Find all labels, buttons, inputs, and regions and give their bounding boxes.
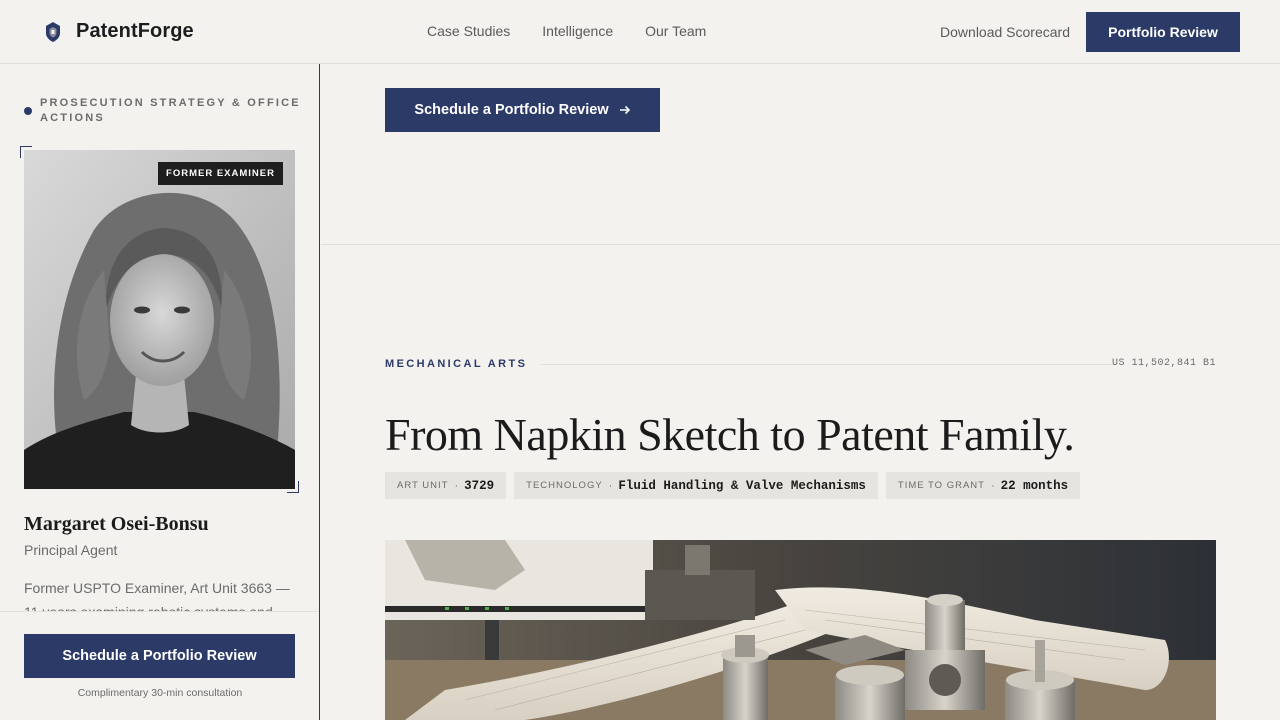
download-scorecard-link[interactable]: Download Scorecard <box>940 24 1070 40</box>
nav-item-intelligence[interactable]: Intelligence <box>542 23 613 39</box>
frame-corner-bottom-right <box>287 481 299 493</box>
former-examiner-badge: FORMER EXAMINER <box>158 162 283 185</box>
sidebar-eyebrow: PROSECUTION STRATEGY & OFFICE ACTIONS <box>24 96 304 126</box>
section-divider <box>321 244 1280 245</box>
agent-bio: Former USPTO Examiner, Art Unit 3663 — 1… <box>24 580 290 614</box>
agent-name: Margaret Osei-Bonsu <box>24 513 209 535</box>
hero-cta-label: Schedule a Portfolio Review <box>414 102 609 118</box>
eyebrow-text: PROSECUTION STRATEGY & OFFICE ACTIONS <box>40 97 301 124</box>
patent-number: US 11,502,841 B1 <box>1111 358 1216 369</box>
chip-separator: · <box>608 479 613 492</box>
agent-portrait-frame: FORMER EXAMINER <box>20 146 299 493</box>
chip-separator: · <box>454 479 459 492</box>
sidebar-schedule-review-button[interactable]: Schedule a Portfolio Review <box>24 634 295 678</box>
agent-role: Principal Agent <box>24 542 118 558</box>
chip-time-to-grant: TIME TO GRANT · 22 months <box>885 472 1081 499</box>
chip-value: 3729 <box>464 478 495 493</box>
case-study-hero-image <box>385 540 1216 720</box>
brand-name: PatentForge <box>76 20 194 42</box>
bullet-dot-icon <box>24 107 32 115</box>
chip-key: ART UNIT <box>397 480 449 491</box>
agent-portrait <box>24 150 295 489</box>
hero-schedule-review-button[interactable]: Schedule a Portfolio Review <box>385 88 660 132</box>
main-content: Schedule a Portfolio Review MECHANICAL A… <box>321 64 1280 720</box>
agent-sidebar: PROSECUTION STRATEGY & OFFICE ACTIONS FO… <box>0 64 320 720</box>
section-eyebrow: MECHANICAL ARTS <box>385 358 528 370</box>
case-metadata-chips: ART UNIT · 3729 TECHNOLOGY · Fluid Handl… <box>385 472 1081 499</box>
chip-key: TECHNOLOGY <box>526 480 603 491</box>
chip-value: Fluid Handling & Valve Mechanisms <box>618 478 866 493</box>
chip-technology: TECHNOLOGY · Fluid Handling & Valve Mech… <box>514 472 878 499</box>
top-navigation-bar: PatentForge Case Studies Intelligence Ou… <box>0 0 1280 64</box>
frame-corner-top-left <box>20 146 32 158</box>
case-study-headline: From Napkin Sketch to Patent Family. <box>385 409 1075 460</box>
section-rule <box>541 364 1116 365</box>
portfolio-review-button[interactable]: Portfolio Review <box>1086 12 1240 52</box>
nav-item-our-team[interactable]: Our Team <box>645 23 706 39</box>
chip-separator: · <box>990 479 995 492</box>
consultation-note: Complimentary 30-min consultation <box>77 687 243 699</box>
chip-value: 22 months <box>1000 478 1069 493</box>
chip-key: TIME TO GRANT <box>897 480 985 491</box>
brand-logo[interactable]: PatentForge <box>44 20 194 43</box>
shield-logo-icon <box>46 21 60 42</box>
arrow-right-icon <box>619 105 630 115</box>
nav-item-case-studies[interactable]: Case Studies <box>427 23 510 39</box>
sidebar-cta-footer: Schedule a Portfolio Review Complimentar… <box>0 611 319 720</box>
primary-nav: Case Studies Intelligence Our Team <box>427 23 706 39</box>
header-actions: Download Scorecard Portfolio Review <box>940 12 1240 52</box>
chip-art-unit: ART UNIT · 3729 <box>385 472 507 499</box>
